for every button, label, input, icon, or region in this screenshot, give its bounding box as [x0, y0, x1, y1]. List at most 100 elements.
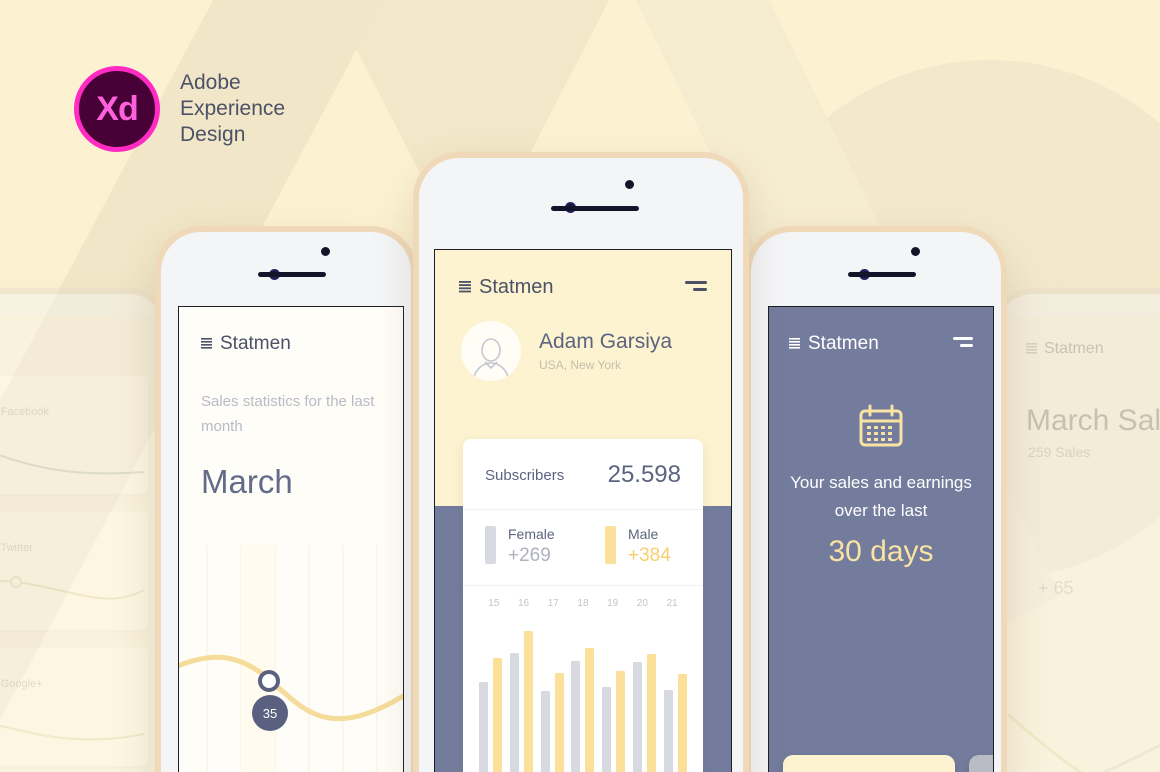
hamburger-icon[interactable]	[953, 337, 973, 351]
phone-left-screen: Statmen Sales statistics for the last mo…	[178, 306, 404, 772]
phone-center: Statmen Adam Garsiya USA, New York Subsc…	[413, 152, 749, 772]
earpiece-speaker	[848, 272, 916, 277]
list-icon	[789, 337, 800, 349]
bar-male	[677, 674, 687, 772]
bar-pair	[540, 673, 564, 772]
bar-pair	[571, 648, 595, 772]
bar-pair	[509, 631, 533, 772]
ghost-left-header: Statmen	[0, 316, 162, 358]
brand-line-1: Adobe	[180, 71, 241, 94]
subscribers-label: Subscribers	[485, 466, 565, 484]
bar-female	[509, 653, 519, 772]
bar-male	[523, 631, 533, 772]
screenshot-canvas: Xd Adobe Experience Design Statmen 4.985…	[0, 0, 1160, 772]
xd-mark-label: Xd	[96, 90, 138, 128]
center-user-block: Adam Garsiya USA, New York	[435, 299, 731, 381]
ghost-right-chart	[1008, 712, 1160, 772]
left-chart-tooltip-value: 35	[262, 705, 278, 721]
bar-pair	[633, 654, 657, 772]
brand-line-3: Design	[180, 123, 246, 146]
ghost-stat-card: 1.156 Vizit from Google+	[0, 648, 148, 766]
right-app-title: Statmen	[808, 333, 879, 354]
male-swatch-icon	[605, 526, 616, 564]
phone-right: Statmen Your sales and earnings over the…	[745, 226, 1007, 772]
bar-female	[633, 662, 643, 772]
center-app-title-group: Statmen	[459, 276, 553, 299]
ghost-stat-label: Vizit from Facebook	[0, 406, 50, 418]
male-label: Male	[628, 526, 659, 542]
background-phone-left: Statmen 4.985 Vizit from Facebook 2.487 …	[0, 288, 174, 772]
front-camera-icon	[625, 180, 634, 189]
right-copy-line-2: over the last	[834, 501, 928, 520]
ghost-stat-card: 2.487 Vizit from Twitter	[0, 512, 148, 630]
center-user-text: Adam Garsiya USA, New York	[539, 330, 672, 372]
background-phone-right: Statmen March Sales 259 Sales + 65 Febru…	[988, 288, 1160, 772]
left-chart-tooltip: 35	[252, 695, 288, 731]
bar-male	[492, 658, 502, 772]
avatar[interactable]	[461, 321, 521, 381]
front-camera-icon	[911, 247, 920, 256]
left-app-title: Statmen	[220, 333, 291, 354]
hamburger-icon[interactable]	[685, 280, 707, 295]
bar-female	[478, 682, 488, 772]
left-month-heading: March	[201, 463, 293, 500]
chart-point-marker	[258, 670, 280, 692]
ghost-stat-label: Vizit from Twitter	[0, 542, 33, 554]
xd-mark-icon: Xd	[74, 66, 160, 152]
brand-line-2: Experience	[180, 97, 286, 120]
ghost-right-delta: + 65	[1038, 578, 1074, 598]
bar-male	[554, 673, 564, 772]
bar-axis-tick: 18	[577, 598, 589, 609]
bar-male	[647, 654, 657, 772]
bar-pair	[478, 658, 502, 772]
left-header: Statmen	[179, 307, 403, 355]
subscribers-row: Subscribers 25.598	[463, 439, 703, 509]
list-icon	[1026, 342, 1037, 354]
center-user-name: Adam Garsiya	[539, 330, 673, 353]
phone-left: Statmen Sales statistics for the last mo…	[155, 226, 417, 772]
ghost-stat-label: Vizit from Google+	[0, 678, 43, 690]
right-card-carousel: 256 Sales $ 3.598 ›	[783, 755, 993, 772]
center-bar-chart[interactable]: 15 16 17 18 19 20 21	[463, 585, 703, 772]
earpiece-speaker	[551, 206, 639, 211]
bar-female	[663, 690, 673, 772]
left-line-chart[interactable]: 35	[179, 545, 403, 772]
earpiece-speaker	[258, 272, 326, 277]
bar-chart-bars	[475, 619, 691, 772]
list-icon	[459, 280, 471, 292]
ghost-sparkline	[0, 576, 145, 600]
right-header: Statmen	[769, 307, 993, 355]
list-icon	[201, 337, 212, 349]
ghost-right-heading: March Sales	[1026, 404, 1160, 437]
ghost-right-header: Statmen	[1008, 316, 1160, 358]
bar-axis-tick: 21	[666, 598, 678, 609]
female-swatch-icon	[485, 526, 496, 564]
sales-summary-card[interactable]: 256 Sales $ 3.598	[783, 755, 955, 772]
adobe-xd-logo: Xd Adobe Experience Design	[74, 66, 285, 152]
ghost-left-screen: Statmen 4.985 Vizit from Facebook 2.487 …	[0, 316, 162, 772]
center-stats-card: Subscribers 25.598 Female +269 Male +384…	[463, 439, 703, 772]
ghost-right-title: Statmen	[1044, 340, 1104, 357]
bar-pair	[602, 671, 626, 772]
ghost-right-screen: Statmen March Sales 259 Sales + 65 Febru…	[1008, 316, 1160, 772]
bar-axis-tick: 17	[547, 598, 559, 609]
adobe-xd-wordmark: Adobe Experience Design	[180, 70, 285, 148]
bar-axis-tick: 15	[488, 598, 500, 609]
bar-axis-tick: 16	[517, 598, 530, 609]
phone-right-screen: Statmen Your sales and earnings over the…	[768, 306, 994, 772]
left-subtitle: Sales statistics for the last month	[201, 393, 375, 435]
left-chart-svg	[179, 545, 403, 772]
gender-cell-female: Female +269	[463, 510, 583, 585]
ghost-sparkline	[0, 454, 145, 475]
right-copy-line-1: Your sales and earnings	[790, 473, 972, 492]
phone-center-screen: Statmen Adam Garsiya USA, New York Subsc…	[434, 249, 732, 772]
bar-female	[571, 661, 581, 772]
bar-pair	[663, 674, 687, 772]
female-label: Female	[508, 526, 555, 542]
bar-female	[602, 687, 612, 772]
male-delta: +384	[628, 545, 671, 566]
next-card-button[interactable]: ›	[969, 755, 993, 772]
right-app-title-group: Statmen	[789, 333, 879, 355]
center-app-title: Statmen	[479, 276, 554, 298]
bar-female	[540, 691, 550, 772]
